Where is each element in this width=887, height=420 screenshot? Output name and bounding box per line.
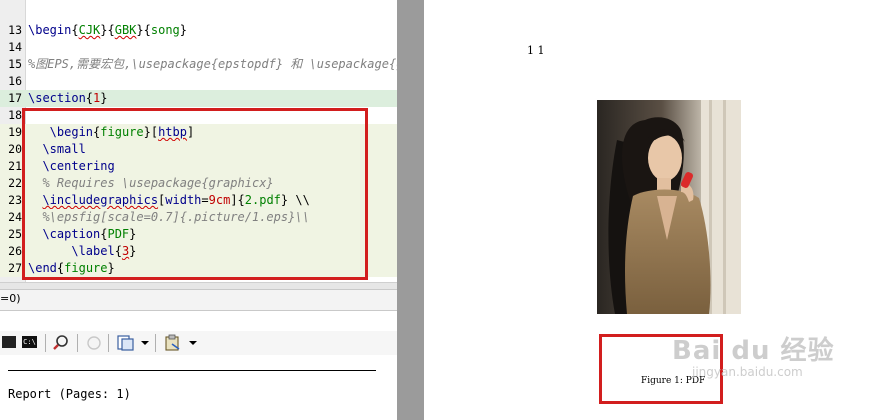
line-number: 26 [8, 244, 22, 258]
code-line[interactable]: 16 [0, 73, 397, 90]
watermark: Bai du 经验 jingyan.baidu.com [672, 330, 835, 379]
code-line[interactable]: 15 %图EPS,需要宏包,\usepackage{epstopdf} 和 \us… [0, 56, 397, 73]
document-icon[interactable] [116, 334, 136, 351]
line-number: 22 [8, 176, 22, 190]
code-token: { [85, 91, 94, 105]
clipboard-icon[interactable] [163, 334, 183, 351]
line-number: 16 [8, 74, 22, 88]
status-strip: =0) [0, 289, 397, 311]
line-number: 17 [8, 91, 22, 105]
watermark-logo: Bai du 经验 [672, 336, 835, 366]
code-token: }{ [100, 23, 115, 37]
watermark-url: jingyan.baidu.com [692, 365, 803, 379]
line-number: 24 [8, 210, 22, 224]
toolbar-separator [108, 334, 109, 352]
line-number: 15 [8, 57, 22, 71]
code-token: }{ [136, 23, 151, 37]
report-text: Report (Pages: 1) [8, 387, 131, 401]
dropdown-icon[interactable] [141, 341, 149, 345]
section-heading: 1 1 [527, 44, 545, 57]
code-token: } [100, 91, 108, 105]
code-token: GBK [114, 23, 137, 37]
code-text: \section{1} [28, 90, 108, 107]
circle-icon[interactable] [85, 334, 103, 351]
code-text: %图EPS,需要宏包,\usepackage{epstopdf} 和 \usep… [28, 56, 397, 73]
code-token: \section [28, 91, 86, 105]
line-number: 25 [8, 227, 22, 241]
line-number: 20 [8, 142, 22, 156]
dropdown-icon[interactable] [189, 341, 197, 345]
code-token: song [150, 23, 180, 37]
code-line[interactable]: 14 [0, 39, 397, 56]
pane-splitter[interactable] [397, 0, 424, 420]
highlight-box [22, 108, 368, 280]
code-token: CJK [78, 23, 101, 37]
toolbar-separator [155, 334, 156, 352]
report-panel: Report (Pages: 1) [0, 356, 397, 420]
status-text: =0) [0, 292, 21, 305]
code-token: %图EPS,需要宏包,\usepackage{epstopdf} 和 \usep… [28, 57, 397, 71]
code-token: } [179, 23, 188, 37]
line-number: 18 [8, 108, 22, 122]
line-number: 19 [8, 125, 22, 139]
line-number: 23 [8, 193, 22, 207]
output-toolbar: C:\ [0, 331, 397, 355]
line-number: 14 [8, 40, 22, 54]
toolbar-separator [45, 334, 46, 352]
report-divider [8, 370, 376, 371]
code-line[interactable]: 17 \section{1} [0, 90, 397, 107]
figure-image [597, 100, 741, 314]
line-number: 27 [8, 261, 22, 275]
line-number: 21 [8, 159, 22, 173]
code-token: { [71, 23, 79, 37]
toolbar-separator [77, 334, 78, 352]
code-line[interactable]: 13 \begin{CJK}{GBK}{song} [0, 22, 397, 39]
search-icon[interactable] [52, 334, 70, 351]
code-token: \begin [28, 23, 72, 37]
code-text: \begin{CJK}{GBK}{song} [28, 22, 187, 39]
line-number: 13 [8, 23, 22, 37]
